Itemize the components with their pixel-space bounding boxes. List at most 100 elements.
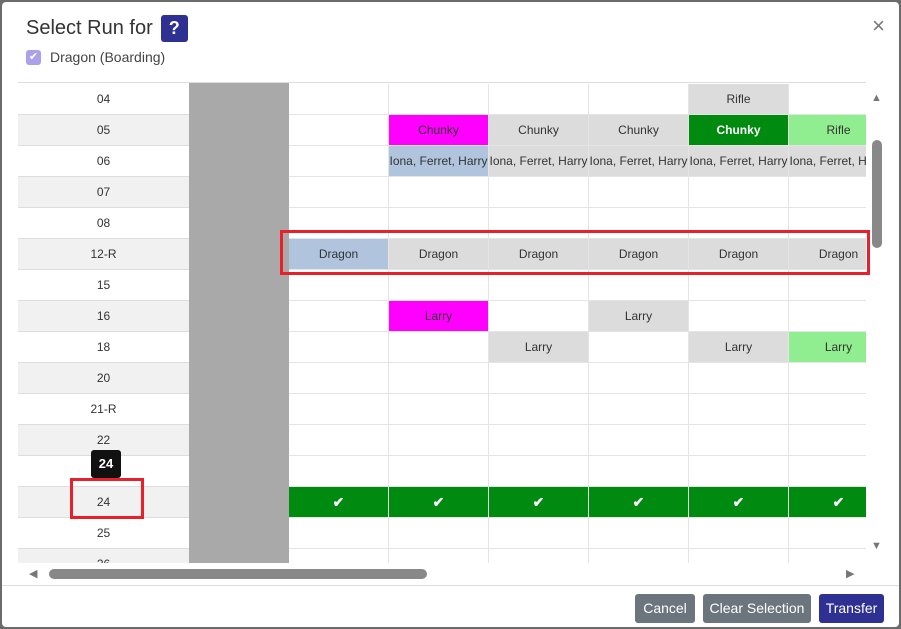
run-cell[interactable] [589, 177, 689, 208]
run-cell[interactable] [289, 270, 389, 301]
dog-checkbox[interactable]: ✔ [26, 49, 41, 65]
run-cell[interactable] [389, 518, 489, 549]
run-cell[interactable]: Chunky [489, 115, 589, 146]
run-cell[interactable] [689, 208, 789, 239]
run-cell[interactable]: Chunky [689, 115, 789, 146]
selected-run-cell[interactable]: ✔ [489, 487, 589, 518]
run-cell[interactable] [789, 270, 866, 301]
run-cell[interactable]: Iona, Ferret, Harry [489, 146, 589, 177]
run-cell[interactable] [489, 301, 589, 332]
run-cell[interactable] [289, 549, 389, 563]
run-cell[interactable]: Rifle [789, 115, 866, 146]
run-cell[interactable]: Rifle [689, 84, 789, 115]
run-cell[interactable] [289, 363, 389, 394]
run-cell[interactable] [289, 425, 389, 456]
run-cell[interactable]: Larry [689, 332, 789, 363]
run-cell[interactable]: Dragon [789, 239, 866, 270]
run-cell[interactable] [489, 394, 589, 425]
run-cell[interactable] [289, 456, 389, 487]
run-cell[interactable] [389, 456, 489, 487]
selected-run-cell[interactable]: ✔ [689, 487, 789, 518]
run-cell[interactable] [389, 425, 489, 456]
run-cell[interactable]: Iona, Ferret, Harry [789, 146, 866, 177]
run-cell[interactable] [589, 456, 689, 487]
run-cell[interactable]: Dragon [289, 239, 389, 270]
run-cell[interactable] [789, 363, 866, 394]
run-cell[interactable] [689, 363, 789, 394]
run-cell[interactable] [489, 549, 589, 563]
run-cell[interactable] [789, 301, 866, 332]
selected-run-cell[interactable]: ✔ [389, 487, 489, 518]
clear-selection-button[interactable]: Clear Selection [703, 594, 811, 623]
run-cell[interactable] [589, 208, 689, 239]
run-cell[interactable] [489, 363, 589, 394]
run-cell[interactable]: Chunky [389, 115, 489, 146]
run-cell[interactable] [589, 332, 689, 363]
run-cell[interactable] [689, 301, 789, 332]
run-cell[interactable] [689, 456, 789, 487]
run-cell[interactable] [689, 549, 789, 563]
run-cell[interactable] [389, 394, 489, 425]
run-cell[interactable]: Iona, Ferret, Harry [589, 146, 689, 177]
run-cell[interactable] [389, 549, 489, 563]
run-cell[interactable] [389, 363, 489, 394]
selected-run-cell[interactable]: ✔ [289, 487, 389, 518]
vertical-scrollbar[interactable]: ▲ ▼ [868, 82, 886, 563]
run-cell[interactable] [389, 270, 489, 301]
selected-run-cell[interactable]: ✔ [589, 487, 689, 518]
run-cell[interactable] [589, 394, 689, 425]
run-cell[interactable]: Larry [389, 301, 489, 332]
run-cell[interactable] [589, 84, 689, 115]
run-cell[interactable] [589, 425, 689, 456]
close-icon[interactable]: × [872, 14, 885, 38]
scroll-up-icon[interactable]: ▲ [871, 92, 882, 104]
run-cell[interactable]: Iona, Ferret, Harry [689, 146, 789, 177]
run-cell[interactable] [689, 270, 789, 301]
run-cell[interactable] [289, 208, 389, 239]
run-cell[interactable] [489, 518, 589, 549]
run-cell[interactable]: Iona, Ferret, Harry [389, 146, 489, 177]
run-cell[interactable] [789, 456, 866, 487]
run-cell[interactable] [289, 301, 389, 332]
run-cell[interactable] [389, 332, 489, 363]
vertical-scroll-thumb[interactable] [872, 140, 882, 248]
run-cell[interactable] [789, 549, 866, 563]
run-cell[interactable] [489, 425, 589, 456]
help-icon[interactable]: ? [160, 15, 188, 42]
run-cell[interactable] [389, 177, 489, 208]
run-cell[interactable] [789, 177, 866, 208]
run-cell[interactable]: Dragon [689, 239, 789, 270]
run-cell[interactable]: Chunky [589, 115, 689, 146]
run-cell[interactable] [289, 146, 389, 177]
run-cell[interactable] [489, 456, 589, 487]
run-cell[interactable] [389, 84, 489, 115]
run-cell[interactable] [289, 177, 389, 208]
run-cell[interactable] [689, 518, 789, 549]
run-cell[interactable]: Dragon [489, 239, 589, 270]
run-cell[interactable] [589, 270, 689, 301]
run-cell[interactable] [689, 425, 789, 456]
run-cell[interactable] [789, 425, 866, 456]
run-cell[interactable] [789, 208, 866, 239]
run-cell[interactable] [289, 518, 389, 549]
run-cell[interactable] [789, 394, 866, 425]
run-cell[interactable]: Larry [589, 301, 689, 332]
transfer-button[interactable]: Transfer [819, 594, 884, 623]
run-cell[interactable]: Dragon [589, 239, 689, 270]
cancel-button[interactable]: Cancel [635, 594, 695, 623]
run-cell[interactable] [289, 115, 389, 146]
run-cell[interactable]: Larry [489, 332, 589, 363]
horizontal-scrollbar[interactable]: ◀ ▶ [24, 563, 866, 583]
run-cell[interactable] [489, 270, 589, 301]
run-cell[interactable] [689, 177, 789, 208]
scroll-down-icon[interactable]: ▼ [871, 540, 882, 552]
scroll-right-icon[interactable]: ▶ [846, 567, 854, 580]
horizontal-scroll-thumb[interactable] [49, 569, 427, 579]
run-cell[interactable] [789, 84, 866, 115]
run-cell[interactable] [589, 549, 689, 563]
run-cell[interactable] [389, 208, 489, 239]
run-cell[interactable] [589, 518, 689, 549]
selected-run-cell[interactable]: ✔ [789, 487, 866, 518]
run-cell[interactable] [589, 363, 689, 394]
run-cell[interactable] [289, 394, 389, 425]
